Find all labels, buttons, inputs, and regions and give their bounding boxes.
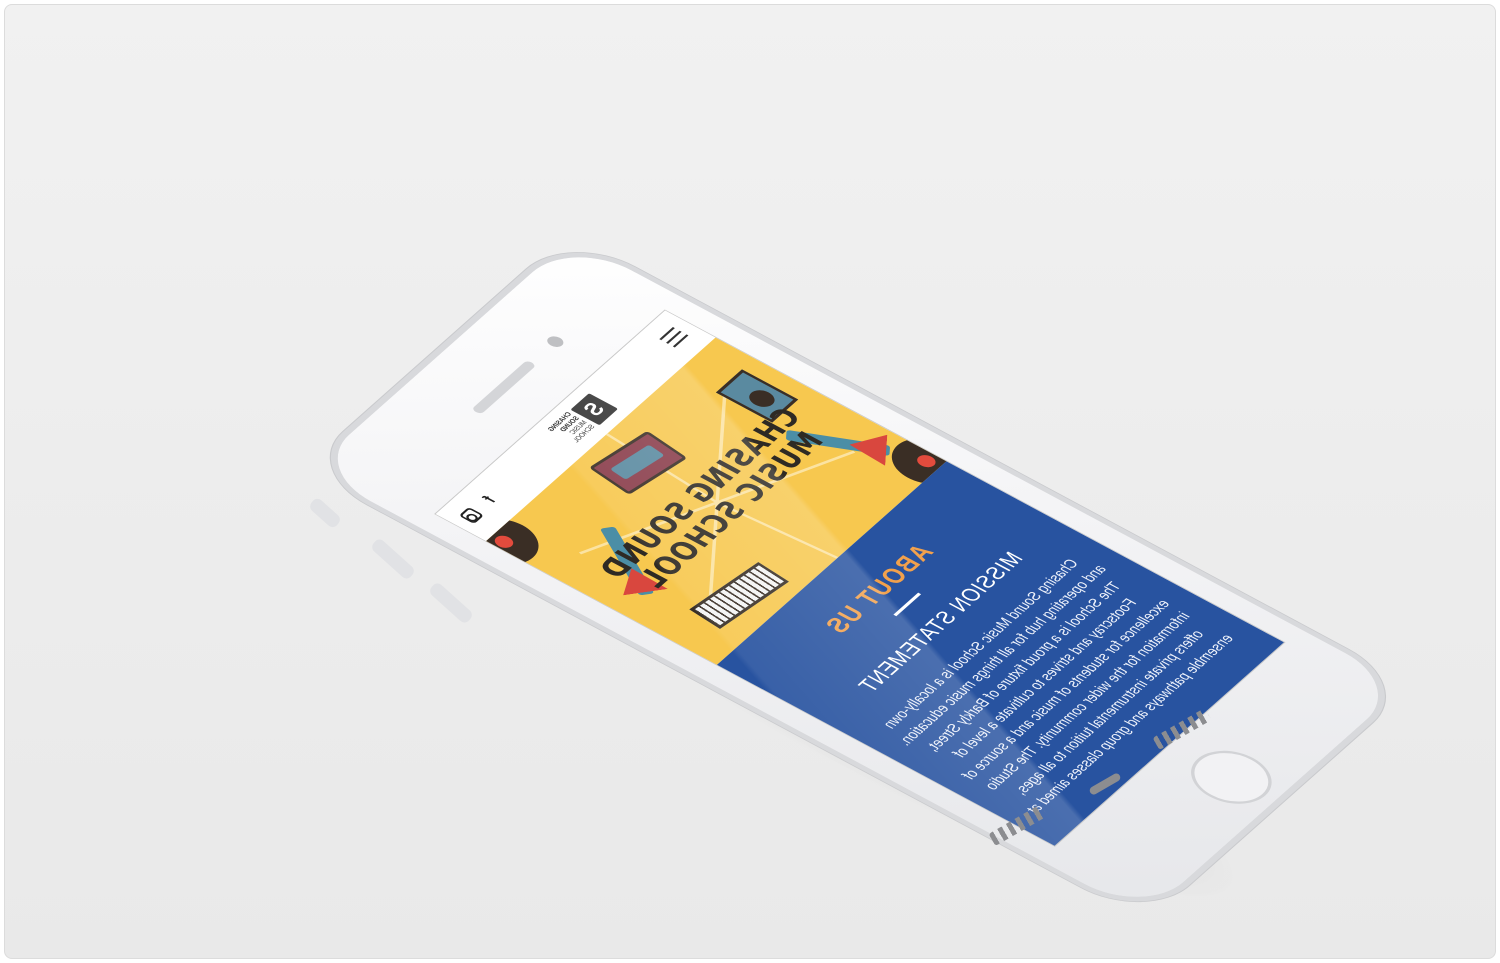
hamburger-icon[interactable] xyxy=(659,327,690,348)
phone-device: CHASING SOUND MUSIC SCHOOL f xyxy=(310,238,1406,917)
phone-mockup: CHASING SOUND MUSIC SCHOOL f xyxy=(0,0,1500,963)
heading-divider xyxy=(893,592,922,617)
facebook-icon[interactable]: f xyxy=(480,494,501,506)
cassette-tape-icon xyxy=(588,430,688,495)
instagram-icon[interactable] xyxy=(458,506,485,525)
